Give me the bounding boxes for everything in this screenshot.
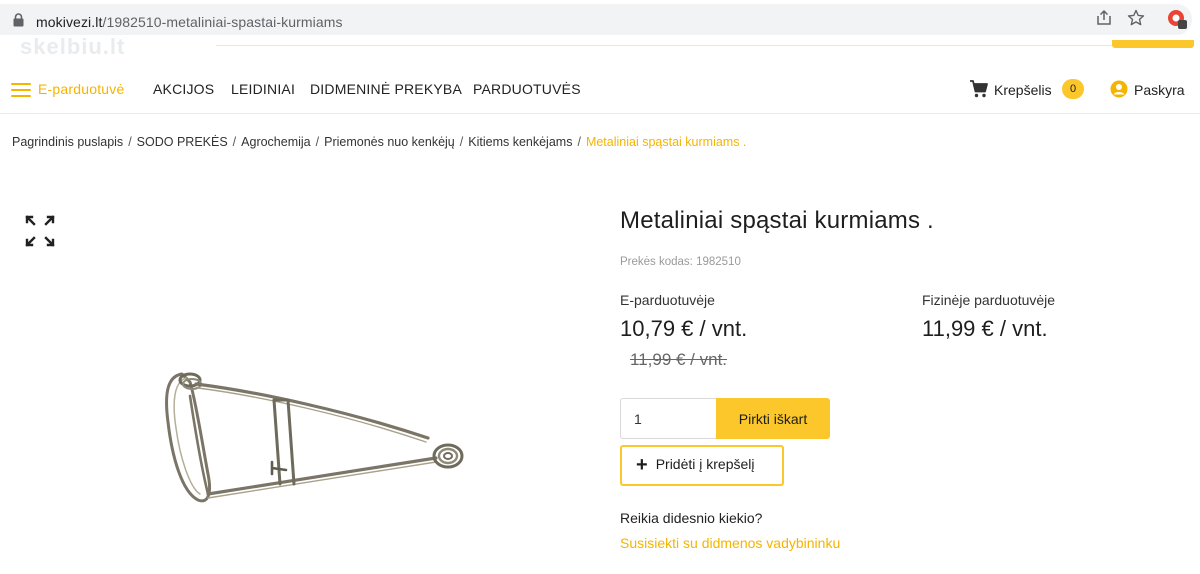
product-image[interactable] [160,362,472,512]
cart-count-badge: 0 [1062,79,1084,99]
url-path: /1982510-metaliniai-spastai-kurmiams [102,14,343,30]
cart-icon[interactable] [969,79,989,99]
nav-leidiniai[interactable]: LEIDINIAI [231,81,295,97]
eshop-price: 10,79 € / vnt. [620,316,748,341]
bulk-question: Reikia didesnio kiekio? [620,510,763,526]
nav-wholesale[interactable]: DIDMENINĖ PREKYBA [310,81,462,97]
star-icon[interactable] [1127,9,1145,27]
wholesale-contact-link[interactable]: Susisiekti su didmenos vadybininku [620,535,840,551]
add-to-cart-button[interactable]: + Pridėti į krepšelį [620,445,784,486]
breadcrumb-agrochemistry[interactable]: Agrochemija [241,135,310,149]
add-to-cart-label: Pridėti į krepšelį [655,456,755,472]
extension-icon[interactable] [1166,8,1188,30]
search-bar-edge [216,40,1112,46]
plus-icon: + [636,454,648,476]
buy-now-button[interactable]: Pirkti iškart [716,398,830,439]
user-icon[interactable] [1110,80,1128,98]
address-bar[interactable]: mokivezi.lt/1982510-metaliniai-spastai-k… [0,4,1192,35]
breadcrumb-pest-control[interactable]: Priemonės nuo kenkėjų [324,135,455,149]
share-icon[interactable] [1095,9,1113,27]
site-logo[interactable]: skelbiu.lt [20,34,125,60]
url-text[interactable]: mokivezi.lt/1982510-metaliniai-spastai-k… [36,14,343,30]
search-button-edge[interactable] [1112,40,1194,48]
store-price: 11,99 € / vnt. [922,316,1048,341]
cart-link[interactable]: Krepšelis [994,82,1052,98]
old-price: 11,99 € / vnt. [630,350,728,369]
url-host: mokivezi.lt [36,14,103,30]
breadcrumb-garden[interactable]: SODO PREKĖS [137,135,228,149]
eshop-price-label: E-parduotuvėje [620,292,715,308]
breadcrumb: Pagrindinis puslapis / SODO PREKĖS / Agroche… [12,135,747,149]
product-title: Metaliniai spąstai kurmiams . [620,207,934,234]
breadcrumb-other-pests[interactable]: Kitiems kenkėjams [468,135,572,149]
quantity-input[interactable] [620,398,717,439]
nav-stores[interactable]: PARDUOTUVĖS [473,81,581,97]
hamburger-menu-icon[interactable] [11,83,31,97]
browser-toolbar: mokivezi.lt/1982510-metaliniai-spastai-k… [0,0,1200,40]
breadcrumb-current: Metaliniai spąstai kurmiams . [585,135,747,149]
nav-eshop[interactable]: E-parduotuvė [38,81,124,97]
fullscreen-expand-icon[interactable] [24,214,56,248]
breadcrumb-home[interactable]: Pagrindinis puslapis [12,135,123,149]
lock-icon[interactable] [13,13,24,27]
product-code: Prekės kodas: 1982510 [620,256,741,268]
store-price-label: Fizinėje parduotuvėje [922,292,1056,308]
main-nav: E-parduotuvė AKCIJOS LEIDINIAI DIDMENINĖ… [0,66,1200,114]
nav-akcijos[interactable]: AKCIJOS [153,81,214,97]
account-link[interactable]: Paskyra [1134,82,1185,98]
